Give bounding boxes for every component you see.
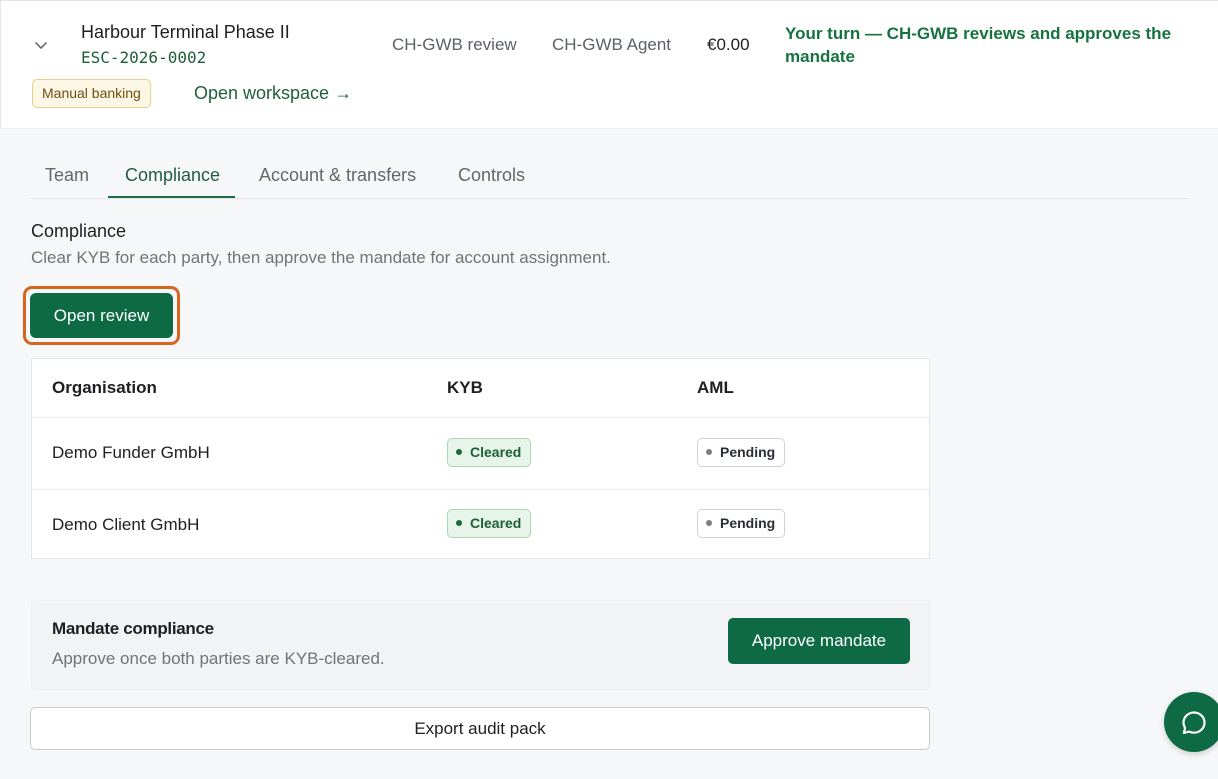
approve-mandate-button[interactable]: Approve mandate [728,618,910,664]
tab-team[interactable]: Team [45,165,89,196]
mandate-title: Mandate compliance [52,619,214,638]
turn-status: Your turn — CH-GWB reviews and approves … [785,24,1172,66]
organisation-name: Demo Client GmbH [52,515,200,534]
status-dot-icon [706,449,712,456]
table-row: Demo Client GmbH Cleared Pending [32,490,929,559]
amount-value: €0.00 [707,35,750,54]
kyb-status-badge: Cleared [447,509,532,538]
manual-banking-badge: Manual banking [32,79,151,108]
mandate-compliance-card: Mandate compliance Approve once both par… [31,600,930,690]
column-header-organisation: Organisation [52,378,157,397]
section-subtitle: Clear KYB for each party, then approve t… [31,248,611,267]
kyb-status-text: Cleared [470,515,522,531]
table-header-row: Organisation KYB AML [32,359,929,418]
mandate-header: Harbour Terminal Phase II ESC-2026-0002 … [0,0,1218,129]
compliance-table: Organisation KYB AML Demo Funder GmbH Cl… [31,358,930,559]
aml-status-badge: Pending [697,509,786,538]
aml-status-badge: Pending [697,438,786,467]
tab-controls[interactable]: Controls [458,165,525,196]
export-audit-pack-button[interactable]: Export audit pack [30,707,930,750]
status-dot-icon [706,520,712,527]
column-header-kyb: KYB [447,378,483,397]
kyb-status-badge: Cleared [447,438,532,467]
status-dot-icon [456,449,462,456]
chevron-down-icon[interactable] [31,35,51,55]
aml-status-text: Pending [720,444,776,460]
open-review-button[interactable]: Open review [30,293,173,338]
tab-compliance[interactable]: Compliance [108,165,236,198]
stage-label: CH-GWB review [392,35,517,54]
organisation-name: Demo Funder GmbH [52,443,210,462]
kyb-status-text: Cleared [470,444,522,460]
status-dot-icon [456,520,462,527]
mandate-subtitle: Approve once both parties are KYB-cleare… [52,649,385,668]
agent-label: CH-GWB Agent [552,35,672,54]
open-workspace-link[interactable]: Open workspace → [194,83,352,104]
project-title: Harbour Terminal Phase II [81,22,290,42]
table-row: Demo Funder GmbH Cleared Pending [32,418,929,490]
chat-launcher-button[interactable] [1164,692,1218,752]
tab-bar: Team Compliance Account & transfers Cont… [30,158,1188,199]
column-header-aml: AML [697,378,734,397]
tab-account-transfers[interactable]: Account & transfers [259,165,416,196]
chat-bubble-icon [1182,711,1206,735]
aml-status-text: Pending [720,515,776,531]
section-title: Compliance [31,221,127,241]
project-code: ESC-2026-0002 [81,48,207,67]
